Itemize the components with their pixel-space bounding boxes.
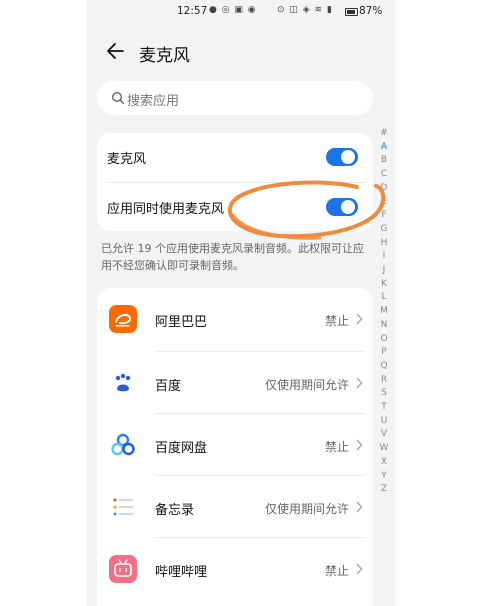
index-letter[interactable]: B (374, 155, 394, 165)
index-letter[interactable]: U (374, 416, 394, 426)
chevron-right-icon (356, 313, 363, 325)
index-letter[interactable]: C (374, 169, 394, 179)
permission-notice: 已允许 19 个应用使用麦克风录制音频。此权限可让应用不经您确认即可录制音频。 (101, 242, 364, 272)
index-letter[interactable]: M (374, 306, 394, 316)
index-letter[interactable]: L (374, 292, 394, 302)
microphone-toggle-row[interactable]: 麦克风 (97, 133, 373, 181)
concurrent-mic-toggle-label: 应用同时使用麦克风 (107, 202, 225, 217)
battery-level: 87% (359, 5, 383, 17)
search-input[interactable]: 搜索应用 (97, 81, 373, 115)
index-letter[interactable]: Z (374, 484, 394, 494)
chevron-right-icon (356, 563, 363, 575)
status-bar: 12:57 ● ◎ ▣ ◉ ⊙ ◫ ◈ ≋ ▮ 87% (87, 0, 395, 26)
baidu-icon (109, 369, 137, 397)
index-letter[interactable]: D (374, 183, 394, 193)
index-letter[interactable]: T (374, 402, 394, 412)
baidu-netdisk-icon (109, 431, 137, 459)
alibaba-icon (109, 305, 137, 333)
index-letter[interactable]: V (374, 429, 394, 439)
page-title: 麦克风 (139, 46, 190, 66)
chevron-right-icon (356, 377, 363, 389)
chevron-right-icon (356, 439, 363, 451)
back-arrow-icon[interactable] (105, 40, 127, 62)
concurrent-mic-toggle-row[interactable]: 应用同时使用麦克风 (97, 183, 373, 231)
index-letter[interactable]: J (374, 265, 394, 275)
index-letter[interactable]: Y (374, 471, 394, 481)
index-letter[interactable]: A (374, 142, 394, 152)
index-letter[interactable]: R (374, 375, 394, 385)
search-placeholder: 搜索应用 (127, 94, 180, 109)
index-letter[interactable]: H (374, 238, 394, 248)
app-permission-status: 禁止 (324, 440, 349, 454)
index-letter[interactable]: Q (374, 361, 394, 371)
search-icon (111, 91, 125, 105)
concurrent-mic-switch[interactable] (326, 198, 358, 216)
app-name: 备忘录 (155, 503, 195, 518)
index-letter[interactable]: F (374, 210, 394, 220)
microphone-settings-card: 麦克风 应用同时使用麦克风 (97, 133, 373, 231)
chevron-right-icon (356, 501, 363, 513)
list-item[interactable]: 阿里巴巴 禁止 (97, 288, 373, 349)
app-permission-status: 禁止 (324, 564, 349, 578)
index-letter[interactable]: E (374, 197, 394, 207)
microphone-toggle-label: 麦克风 (107, 152, 147, 167)
index-letter[interactable]: N (374, 320, 394, 330)
phone-screen: 12:57 ● ◎ ▣ ◉ ⊙ ◫ ◈ ≋ ▮ 87% 麦克风 搜索应用 麦克风… (87, 0, 395, 606)
app-name: 阿里巴巴 (155, 315, 208, 330)
index-letter[interactable]: O (374, 334, 394, 344)
list-item[interactable]: 哔哩哔哩 禁止 (97, 538, 373, 599)
header: 麦克风 (87, 34, 395, 70)
index-letter[interactable]: X (374, 457, 394, 467)
list-item[interactable]: 百度网盘 禁止 (97, 414, 373, 475)
app-permission-status: 仅使用期间允许 (264, 378, 349, 392)
index-letter[interactable]: P (374, 347, 394, 357)
app-name: 百度网盘 (155, 441, 208, 456)
index-letter[interactable]: S (374, 388, 394, 398)
app-permission-status: 仅使用期间允许 (264, 502, 349, 516)
index-letter[interactable]: K (374, 279, 394, 289)
app-name: 哔哩哔哩 (155, 565, 208, 580)
system-status-icons: ⊙ ◫ ◈ ≋ ▮ (277, 5, 333, 15)
index-letter[interactable]: W (374, 443, 394, 453)
app-permission-status: 禁止 (324, 314, 349, 328)
battery-icon (345, 8, 358, 16)
bilibili-icon (109, 555, 137, 583)
index-letter[interactable]: G (374, 224, 394, 234)
status-time: 12:57 (177, 5, 208, 17)
list-item[interactable]: 百度 仅使用期间允许 (97, 352, 373, 413)
app-name: 百度 (155, 379, 182, 394)
microphone-switch[interactable] (326, 148, 358, 166)
notification-icons: ● ◎ ▣ ◉ (209, 5, 257, 15)
list-item[interactable]: 备忘录 仅使用期间允许 (97, 476, 373, 537)
index-letter[interactable]: # (374, 128, 394, 138)
index-letter[interactable]: I (374, 251, 394, 261)
memo-icon (109, 493, 137, 521)
app-list: 阿里巴巴 禁止 百度 仅使用期间允许 百度网盘 禁止 备忘录 仅使用期间允许 哔… (97, 288, 373, 606)
